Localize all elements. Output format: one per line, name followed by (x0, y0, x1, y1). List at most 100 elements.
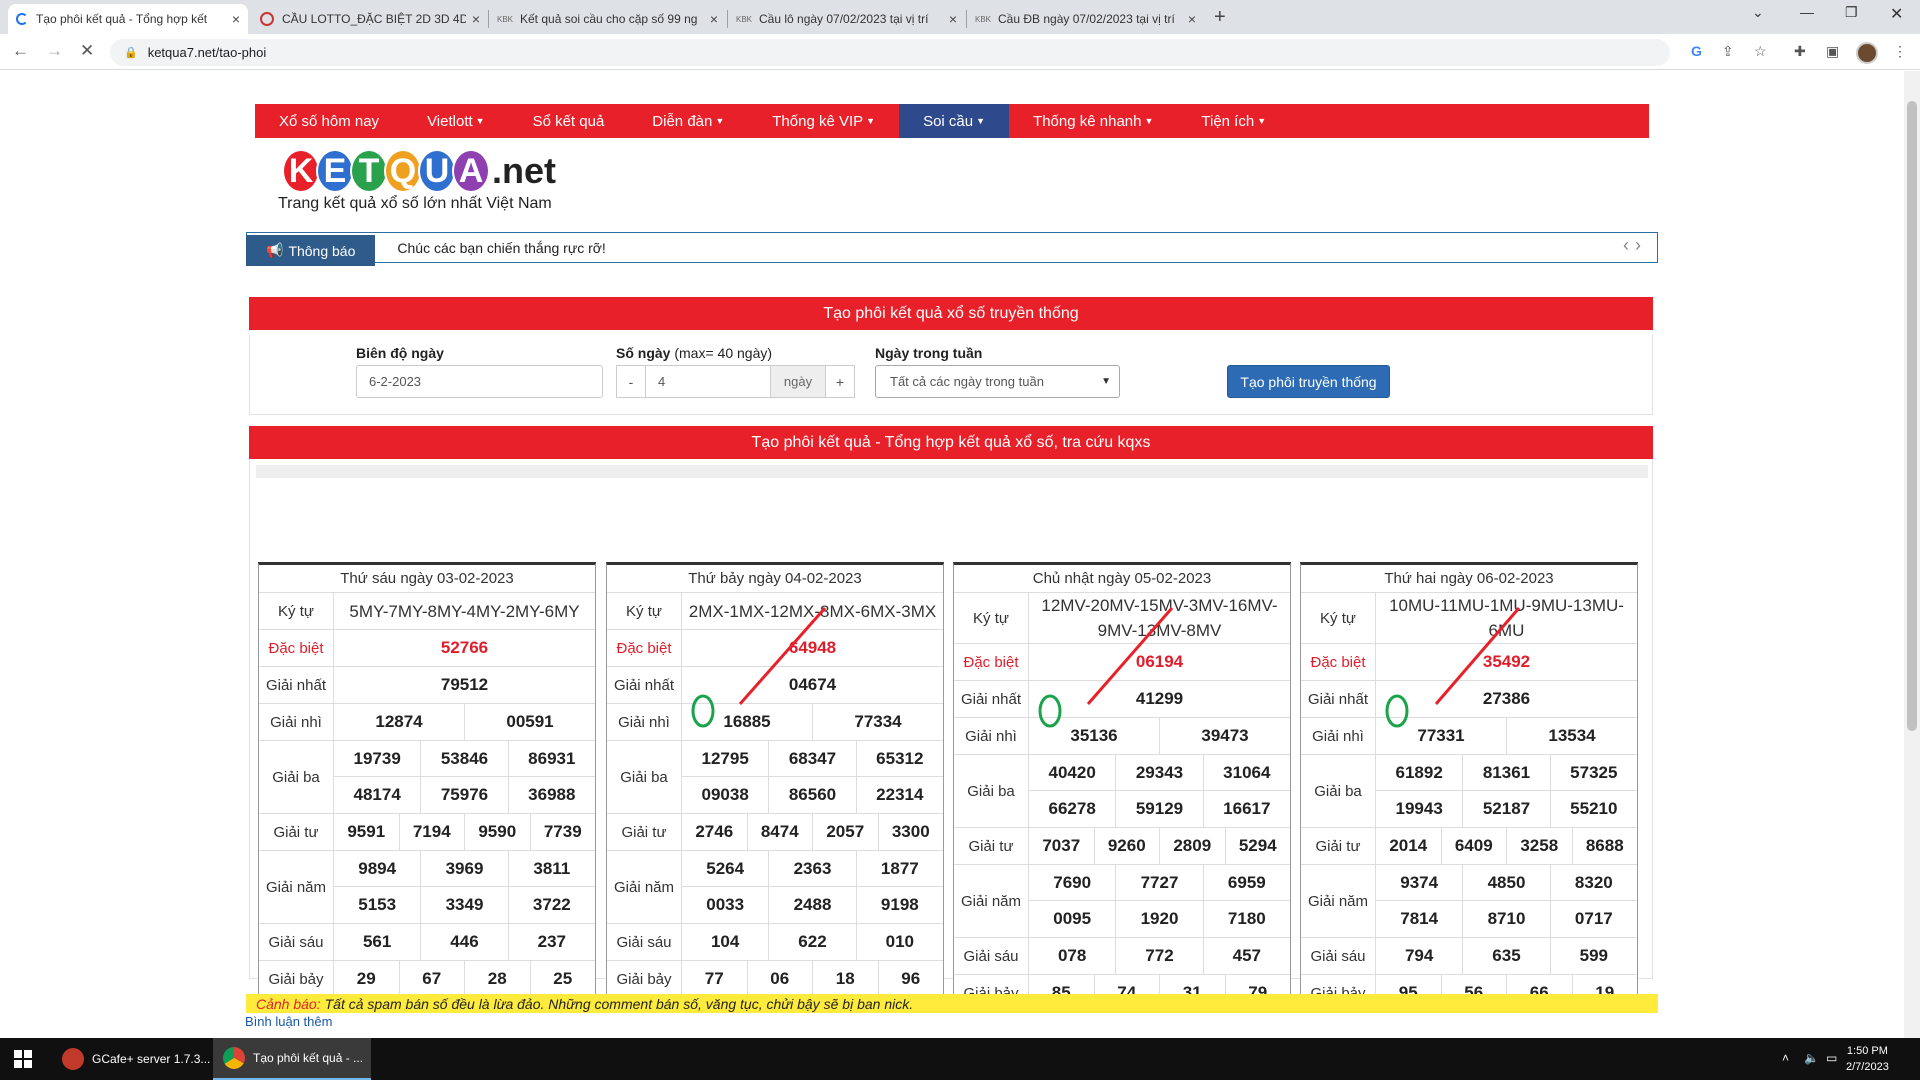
nav-label: Xổ số hôm nay (279, 112, 380, 130)
forward-arrow-icon[interactable]: → (46, 41, 63, 61)
prize-number: 010 (885, 932, 914, 951)
code-string: 12MV-20MV-15MV-3MV-16MV-9MV-13MV-8MV (1041, 596, 1278, 640)
window-close-icon[interactable]: ✕ (1890, 4, 1903, 24)
nav-item-tien-ich[interactable]: Tiện ích ▼ (1177, 104, 1290, 138)
taskbar-item-chrome[interactable]: Tạo phôi kết quả - ... (213, 1038, 371, 1080)
prize-number: 00591 (506, 712, 554, 731)
tab-close-icon[interactable]: × (949, 11, 957, 27)
prize-label: Giải tư (259, 814, 334, 850)
web-page: Xổ số hôm nay Vietlott ▼ Sổ kết quả Diễn … (0, 71, 1920, 1038)
nav-item-so-ket-qua[interactable]: Sổ kết quả (509, 104, 629, 138)
prize-row: Ký tự 2MX-1MX-12MX-8MX-6MX-3MX (607, 593, 943, 630)
side-panel-icon[interactable]: ▣ (1826, 43, 1839, 60)
tab-active[interactable]: Tạo phôi kết quả - Tổng hợp kết × (8, 4, 248, 34)
new-tab-button[interactable]: + (1214, 6, 1226, 29)
minimize-icon[interactable]: — (1800, 4, 1814, 20)
tab-soi-cau[interactable]: KBK Kết quả soi cầu cho cặp số 99 ng × (490, 4, 726, 34)
prize-label: Giải tư (607, 814, 682, 850)
site-logo[interactable]: K E T Q U A .net Trang kết quả xổ số lớn… (278, 149, 556, 213)
bookmark-star-icon[interactable]: ☆ (1754, 43, 1767, 60)
days-plus-button[interactable]: + (825, 365, 855, 398)
prize-number: 3722 (532, 895, 571, 914)
logo-ball: Q (384, 149, 422, 193)
notice-label: 📢 Thông báo (246, 235, 376, 266)
taskbar-clock[interactable]: 1:50 PM 2/7/2023 (1846, 1043, 1889, 1075)
weekday-select[interactable]: Tất cả các ngày trong tuần ▼ (875, 365, 1120, 398)
tab-cau-db[interactable]: KBK Cầu ĐB ngày 07/02/2023 tại vị trí × (968, 4, 1204, 34)
prize-number: 6409 (1442, 828, 1507, 864)
tab-lotto[interactable]: CẦU LOTTO_ĐẶC BIỆT 2D 3D 4D × (252, 4, 488, 34)
prize-label: Giải ba (1301, 755, 1376, 827)
nav-item-soi-cau[interactable]: Soi cầu ▼ (899, 104, 1010, 138)
google-lens-icon[interactable]: G (1691, 43, 1702, 59)
network-icon[interactable]: ▭ (1826, 1051, 1837, 1065)
tab-close-icon[interactable]: × (232, 11, 240, 27)
notice-nav-arrows-icon[interactable]: ‹› (1623, 235, 1647, 256)
prize-label: Giải năm (1301, 865, 1376, 937)
kebab-menu-icon[interactable]: ⋮ (1893, 43, 1907, 60)
tab-close-icon[interactable]: × (1188, 11, 1196, 27)
prize-line: 16885 77334 (682, 704, 943, 740)
prize-number: 59129 (1116, 791, 1204, 827)
vertical-scrollbar[interactable] (1904, 71, 1920, 1038)
taskbar-item-gcafe[interactable]: GCafe+ server 1.7.3... (52, 1038, 212, 1080)
prize-number: 18 (813, 961, 879, 997)
nav-item-dien-dan[interactable]: Diễn đàn ▼ (628, 104, 748, 138)
prize-values: 77331 13534 (1376, 718, 1637, 754)
prize-label: Giải nhất (259, 667, 334, 703)
prize-row: Giải sáu 104 622 010 (607, 924, 943, 961)
prize-number: 5153 (334, 887, 422, 923)
prize-values: 12MV-20MV-15MV-3MV-16MV-9MV-13MV-8MV (1029, 593, 1290, 643)
prize-label: Đặc biệt (1301, 644, 1376, 680)
stop-loading-icon[interactable]: ✕ (80, 41, 94, 61)
nav-item-thong-ke-vip[interactable]: Thống kê VIP ▼ (748, 104, 899, 138)
tab-close-icon[interactable]: × (710, 11, 718, 27)
nav-item-vietlott[interactable]: Vietlott ▼ (403, 104, 509, 138)
prize-number: 9590 (465, 814, 531, 850)
code-string: 5MY-7MY-8MY-4MY-2MY-6MY (349, 601, 580, 621)
tab-close-icon[interactable]: × (472, 11, 480, 27)
days-minus-button[interactable]: - (616, 365, 646, 398)
prize-line: 41299 (1029, 681, 1290, 717)
windows-taskbar: GCafe+ server 1.7.3... Tạo phôi kết quả … (0, 1038, 1920, 1080)
prize-number: 0095 (1029, 901, 1117, 937)
tab-search-chevron-icon[interactable]: ⌄ (1752, 4, 1764, 21)
prize-label: Giải nhì (607, 704, 682, 740)
prize-values: 19739 53846 86931 48174 75976 36988 (334, 741, 595, 813)
caret-down-icon: ▼ (1144, 116, 1154, 126)
generate-button[interactable]: Tạo phôi truyền thống (1227, 365, 1390, 398)
address-bar[interactable]: 🔒 ketqua7.net/tao-phoi (110, 39, 1670, 66)
prize-number: 16885 (682, 704, 813, 740)
nav-item-xo-so-hom-nay[interactable]: Xổ số hôm nay (255, 104, 403, 138)
date-input[interactable]: 6-2-2023 (356, 365, 603, 398)
prize-number: 75976 (421, 777, 509, 813)
nav-label: Diễn đàn (652, 112, 713, 130)
prize-number: 29343 (1116, 755, 1204, 790)
days-count-input[interactable]: 4 (645, 365, 771, 398)
prize-line: 40420 29343 31064 (1029, 755, 1290, 791)
restore-icon[interactable]: ❐ (1845, 4, 1858, 21)
profile-avatar[interactable] (1856, 42, 1878, 64)
more-comments-link[interactable]: Bình luận thêm (245, 1014, 332, 1029)
days-unit-addon: ngày (770, 365, 826, 398)
prize-row: Đặc biệt 06194 (954, 644, 1290, 681)
nav-item-thong-ke-nhanh[interactable]: Thống kê nhanh ▼ (1009, 104, 1177, 138)
extensions-puzzle-icon[interactable]: ✚ (1794, 43, 1806, 60)
prize-number: 8710 (1463, 901, 1551, 937)
scrollbar-thumb[interactable] (1907, 101, 1917, 731)
volume-icon[interactable]: 🔈 (1804, 1051, 1819, 1065)
prize-number: 13534 (1548, 726, 1596, 745)
prize-number: 40420 (1029, 755, 1117, 790)
tray-chevron-icon[interactable]: ˄ (1782, 1051, 1789, 1065)
prize-label: Giải sáu (259, 924, 334, 960)
tab-cau-lo[interactable]: KBK Cầu lô ngày 07/02/2023 tại vị trí × (729, 4, 965, 34)
prize-values: 2746 8474 2057 3300 (682, 814, 943, 850)
back-arrow-icon[interactable]: ← (12, 41, 29, 61)
days-label-text: Số ngày (616, 345, 671, 361)
share-icon[interactable]: ⇪ (1722, 43, 1734, 60)
prize-number: 12874 (334, 704, 465, 740)
caret-down-icon: ▼ (1257, 116, 1267, 126)
prize-number: 7739 (543, 822, 582, 841)
windows-start-icon[interactable] (14, 1050, 32, 1068)
prize-line: 2014 6409 3258 8688 (1376, 828, 1637, 864)
